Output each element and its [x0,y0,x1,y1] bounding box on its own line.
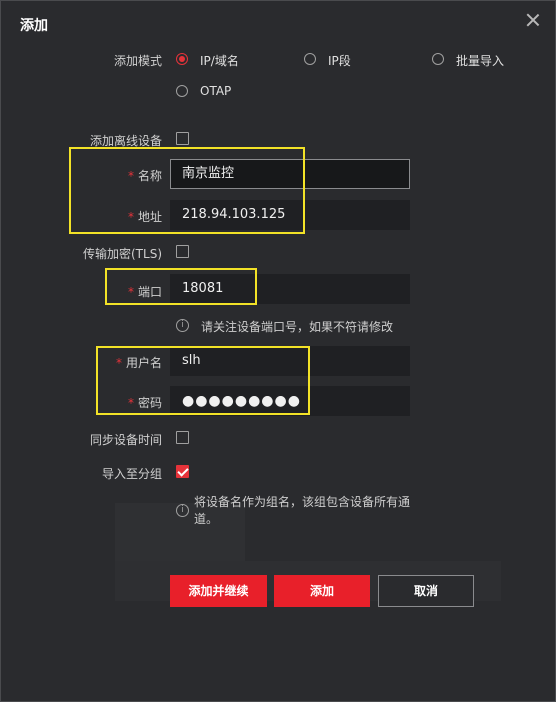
radio-otap[interactable] [176,85,188,97]
radio-ip-range-label: IP段 [328,54,351,68]
port-label: * 端口 [127,285,162,299]
required-mark: * [127,285,134,299]
add-device-dialog: 添加 添加模式 IP/域名 IP段 批量导入 OTAP 添加离线设备 * 名称 南… [0,0,556,702]
radio-ip-domain-label: IP/域名 [200,54,239,68]
group-hint: 将设备名作为组名，该组包含设备所有通道。 [194,495,411,526]
required-mark: * [127,210,134,224]
port-hint: 请关注设备端口号，如果不符请修改 [201,320,394,334]
radio-ip-range[interactable] [304,53,316,65]
offline-device-checkbox[interactable] [176,132,189,145]
add-continue-button[interactable]: 添加并继续 [170,575,267,607]
username-label: * 用户名 [115,356,162,370]
offline-device-label: 添加离线设备 [89,134,162,148]
address-label: * 地址 [127,210,162,224]
port-input[interactable]: 18081 [170,274,410,304]
import-group-checkbox[interactable] [176,465,189,478]
dialog-title: 添加 [20,18,48,34]
name-input[interactable]: 南京监控 [170,159,410,189]
tls-checkbox[interactable] [176,245,189,258]
cancel-button[interactable]: 取消 [378,575,474,607]
required-mark: * [127,169,134,183]
info-icon: i [176,319,189,332]
radio-ip-domain[interactable] [176,53,188,65]
password-label: * 密码 [127,396,162,410]
username-input[interactable]: slh [170,346,410,376]
sync-time-label: 同步设备时间 [89,433,162,447]
close-icon[interactable] [525,12,541,28]
radio-otap-label: OTAP [200,84,232,98]
required-mark: * [127,396,134,410]
import-group-label: 导入至分组 [101,467,162,481]
password-input[interactable]: ●●●●●●●●● [170,386,410,416]
sync-time-checkbox[interactable] [176,431,189,444]
info-icon: i [176,504,189,517]
radio-batch-import[interactable] [432,53,444,65]
address-input[interactable]: 218.94.103.125 [170,200,410,230]
required-mark: * [115,356,122,370]
add-button[interactable]: 添加 [274,575,370,607]
name-label: * 名称 [127,169,162,183]
tls-label: 传输加密(TLS) [83,247,162,261]
mode-label: 添加模式 [113,54,162,68]
radio-batch-import-label: 批量导入 [456,54,505,68]
